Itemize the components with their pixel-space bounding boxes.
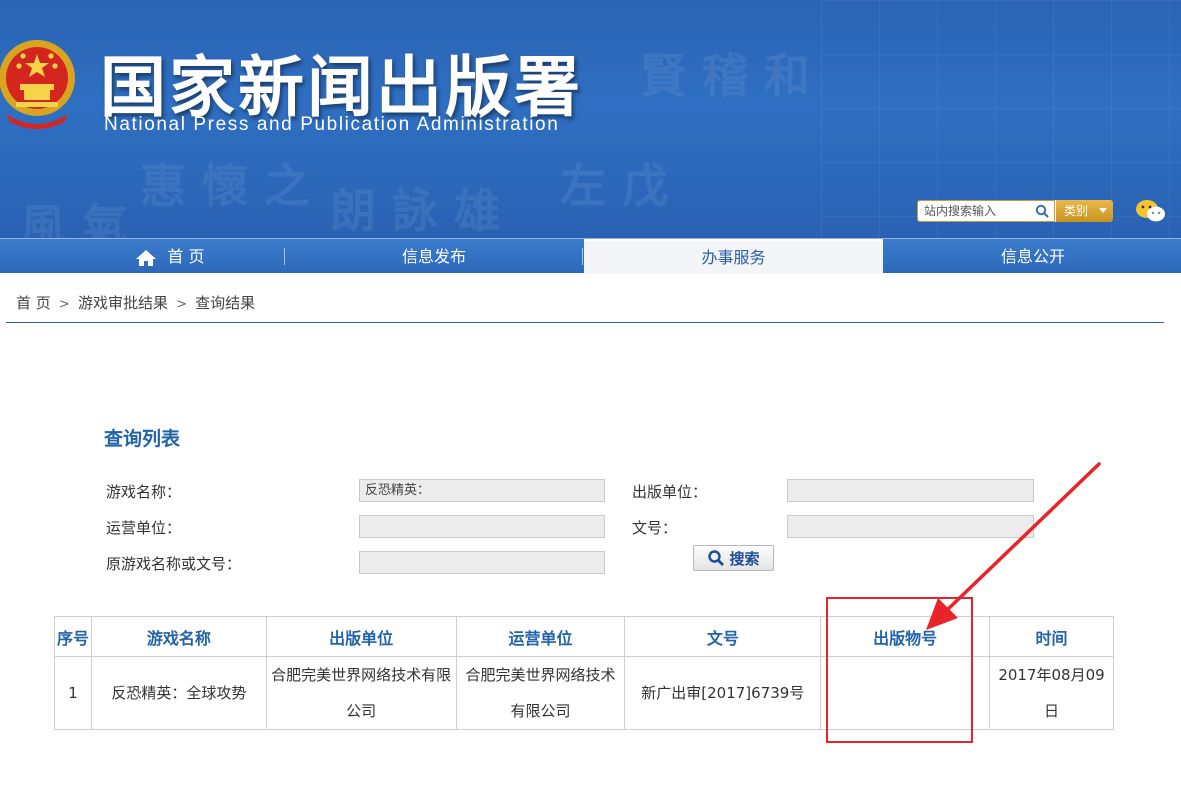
cell-game-name: 反恐精英：全球攻势 xyxy=(90,656,267,730)
column-header-date: 时间 xyxy=(989,616,1114,657)
category-dropdown[interactable]: 类别 xyxy=(1055,200,1113,222)
column-header-operator: 运营单位 xyxy=(455,616,626,657)
cell-doc-number: 新广出审[2017]6739号 xyxy=(624,656,822,730)
breadcrumb-divider xyxy=(6,322,1164,323)
breadcrumb: 首 页 > 游戏审批结果 > 查询结果 xyxy=(16,292,255,313)
calligraphy-decoration: 風 氣 xyxy=(20,199,129,238)
breadcrumb-separator: > xyxy=(171,297,192,312)
breadcrumb-current: 查询结果 xyxy=(195,294,256,312)
home-icon xyxy=(136,249,157,266)
site-banner: 惠 懷 之 朗 詠 雄 左 戊 賢 稽 和 風 氣 国家新闻出版署 Nation… xyxy=(0,0,1181,238)
nav-divider xyxy=(284,248,285,265)
site-search-input[interactable]: 站内搜索输入 xyxy=(917,200,1029,222)
query-list-title: 查询列表 xyxy=(104,428,181,450)
breadcrumb-game-results[interactable]: 游戏审批结果 xyxy=(78,294,168,312)
publisher-label: 出版单位： xyxy=(632,483,708,501)
game-name-label: 游戏名称： xyxy=(106,483,182,501)
cell-operator: 合肥完美世界网络技术有限公司 xyxy=(455,656,626,730)
category-label: 类别 xyxy=(1064,204,1089,218)
game-name-input[interactable]: 反恐精英： xyxy=(359,479,605,502)
column-header-game-name: 游戏名称 xyxy=(90,616,267,657)
search-button-label: 搜索 xyxy=(729,549,760,568)
breadcrumb-separator: > xyxy=(54,297,74,312)
site-search: 站内搜索输入 类别 xyxy=(917,200,1113,222)
national-emblem-icon xyxy=(0,40,75,129)
cell-date: 2017年08月09日 xyxy=(989,656,1114,730)
chevron-down-icon xyxy=(1099,208,1107,213)
search-icon xyxy=(1035,204,1049,218)
search-icon xyxy=(708,550,725,566)
main-nav: 首 页 信息发布 办事服务 信息公开 xyxy=(0,238,1181,274)
calligraphy-decoration: 賢 稽 和 xyxy=(640,49,811,103)
annotation-highlight-box xyxy=(826,597,973,743)
nav-item-disclosure[interactable]: 信息公开 xyxy=(885,239,1181,274)
column-header-index: 序号 xyxy=(54,616,92,657)
calligraphy-decoration: 惠 懷 之 xyxy=(140,159,311,213)
doc-number-label: 文号： xyxy=(632,519,678,537)
doc-number-input[interactable] xyxy=(787,515,1034,538)
operator-label: 运营单位： xyxy=(106,519,182,537)
breadcrumb-home[interactable]: 首 页 xyxy=(16,294,51,312)
operator-input[interactable] xyxy=(359,515,605,538)
nav-label: 首 页 xyxy=(167,247,205,266)
publisher-input[interactable] xyxy=(787,479,1034,502)
cell-publisher: 合肥完美世界网络技术有限公司 xyxy=(265,656,457,730)
nav-item-news[interactable]: 信息发布 xyxy=(286,239,582,274)
calligraphy-decoration: 左 戊 xyxy=(560,159,669,213)
nav-divider xyxy=(582,248,583,265)
original-name-input[interactable] xyxy=(359,551,605,574)
calligraphy-decoration: 朗 詠 雄 xyxy=(330,184,501,238)
wechat-icon[interactable] xyxy=(1135,198,1167,224)
original-name-label: 原游戏名称或文号： xyxy=(106,555,242,573)
search-button[interactable]: 搜索 xyxy=(693,545,774,571)
nav-item-home[interactable]: 首 页 xyxy=(60,239,280,274)
column-header-doc-number: 文号 xyxy=(624,616,822,657)
cell-index: 1 xyxy=(54,656,92,730)
column-header-publisher: 出版单位 xyxy=(265,616,457,657)
site-subtitle: National Press and Publication Administr… xyxy=(104,114,560,135)
site-search-button[interactable] xyxy=(1029,200,1055,222)
nav-item-services[interactable]: 办事服务 xyxy=(584,239,883,274)
